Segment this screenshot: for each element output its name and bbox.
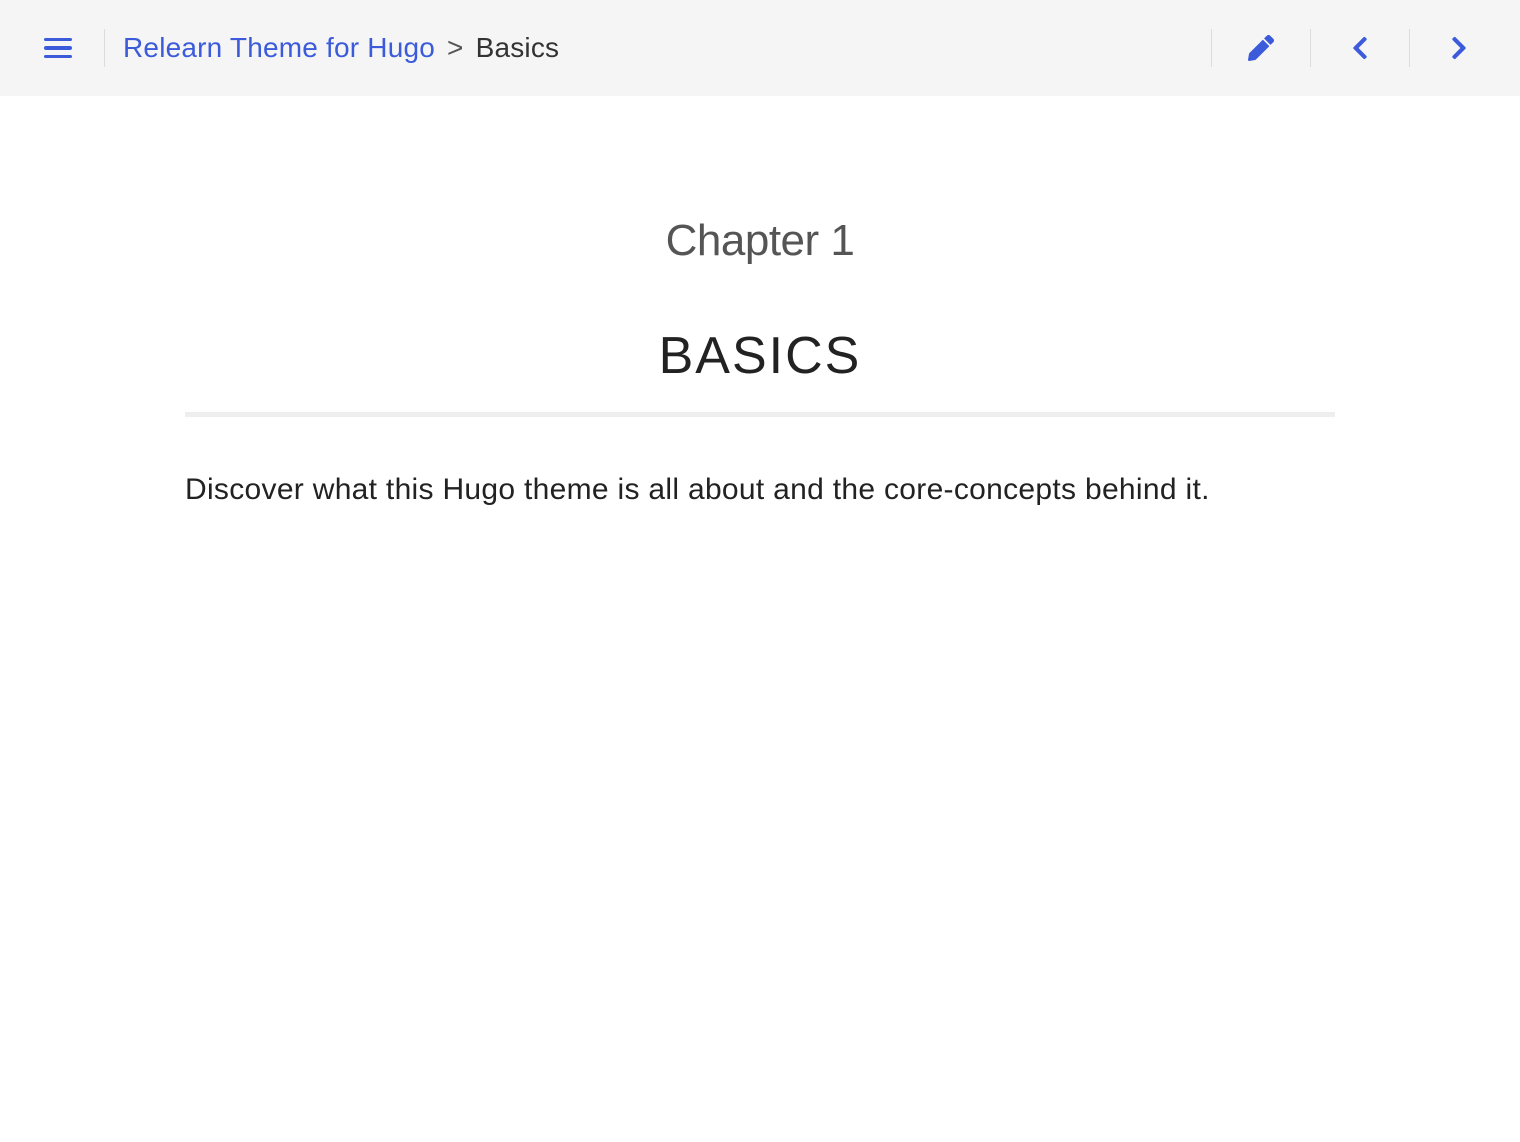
chapter-label: Chapter 1 bbox=[666, 216, 855, 266]
breadcrumb-current: Basics bbox=[476, 32, 560, 63]
divider bbox=[1310, 29, 1311, 67]
topbar-left: Relearn Theme for Hugo > Basics bbox=[30, 28, 559, 69]
page-title: BASICS bbox=[185, 326, 1335, 386]
chevron-right-icon[interactable] bbox=[1428, 25, 1490, 71]
chapter-description: Discover what this Hugo theme is all abo… bbox=[185, 465, 1335, 515]
topbar-right bbox=[1193, 25, 1490, 71]
menu-icon[interactable] bbox=[30, 28, 86, 69]
chapter-title-wrap: BASICS bbox=[185, 326, 1335, 417]
divider bbox=[1409, 29, 1410, 67]
divider bbox=[1211, 29, 1212, 67]
content: Chapter 1 BASICS Discover what this Hugo… bbox=[0, 96, 1520, 515]
divider bbox=[104, 29, 105, 67]
breadcrumb: Relearn Theme for Hugo > Basics bbox=[123, 32, 559, 64]
edit-icon[interactable] bbox=[1230, 25, 1292, 71]
chevron-left-icon[interactable] bbox=[1329, 25, 1391, 71]
breadcrumb-separator: > bbox=[447, 32, 464, 63]
topbar: Relearn Theme for Hugo > Basics bbox=[0, 0, 1520, 96]
breadcrumb-root-link[interactable]: Relearn Theme for Hugo bbox=[123, 32, 435, 63]
